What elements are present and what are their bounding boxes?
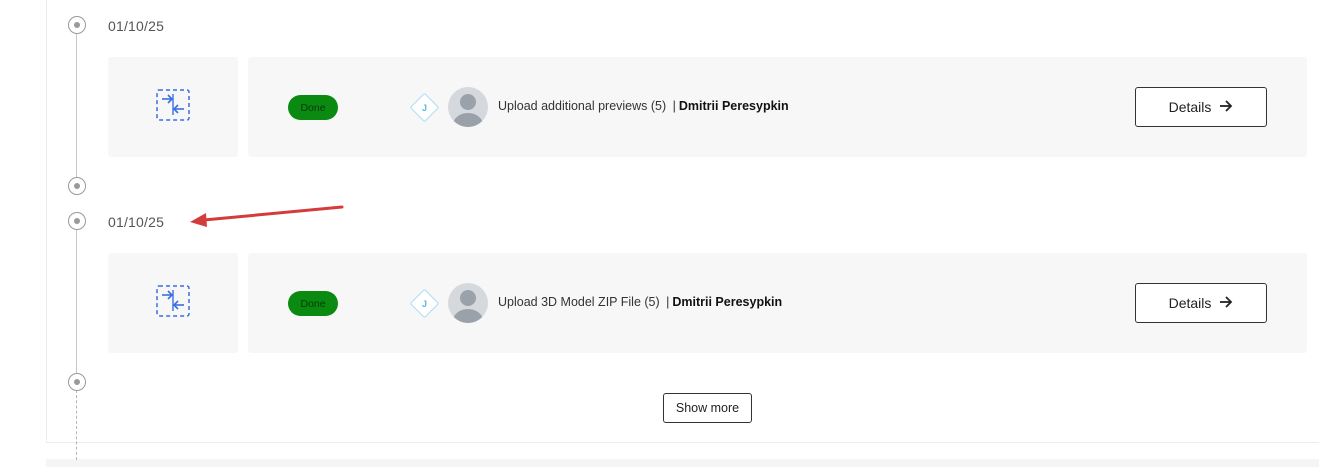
task-description: Upload 3D Model ZIP File (5) | Dmitrii Pe…: [498, 295, 782, 309]
timeline-dot: [68, 373, 86, 391]
task-title: Upload additional previews (5): [498, 99, 667, 113]
next-panel-edge: [46, 459, 1319, 467]
entry-icon-box: [108, 57, 238, 157]
status-badge: Done: [288, 95, 338, 120]
status-badge: Done: [288, 291, 338, 316]
task-card: Done J Upload additional previews (5) | D…: [248, 57, 1307, 157]
separator: |: [666, 295, 670, 309]
details-label: Details: [1168, 99, 1212, 115]
details-button[interactable]: Details: [1135, 283, 1267, 323]
merge-arrows-icon: [156, 88, 190, 126]
separator: |: [672, 99, 676, 113]
user-name: Dmitrii Peresypkin: [672, 295, 783, 309]
timeline-dot: [68, 212, 86, 230]
timeline-dot: [68, 177, 86, 195]
details-label: Details: [1168, 295, 1212, 311]
arrow-right-icon: [1219, 295, 1233, 311]
timeline-line: [76, 229, 77, 373]
show-more-button[interactable]: Show more: [663, 393, 752, 423]
user-name: Dmitrii Peresypkin: [678, 99, 789, 113]
task-title: Upload 3D Model ZIP File (5): [498, 295, 660, 309]
timeline-line: [76, 33, 77, 177]
entry-icon-box: [108, 253, 238, 353]
assignee-initial: J: [421, 102, 427, 113]
timeline-dot: [68, 16, 86, 34]
entry-date: 01/10/25: [108, 18, 165, 34]
task-description: Upload additional previews (5) | Dmitrii …: [498, 99, 789, 113]
task-card: Done J Upload 3D Model ZIP File (5) | Dmi…: [248, 253, 1307, 353]
timeline-dashed-line: [76, 390, 77, 460]
assignee-initial: J: [421, 298, 427, 309]
arrow-right-icon: [1219, 99, 1233, 115]
entry-date: 01/10/25: [108, 214, 165, 230]
avatar: [448, 283, 488, 323]
merge-arrows-icon: [156, 284, 190, 322]
avatar: [448, 87, 488, 127]
details-button[interactable]: Details: [1135, 87, 1267, 127]
